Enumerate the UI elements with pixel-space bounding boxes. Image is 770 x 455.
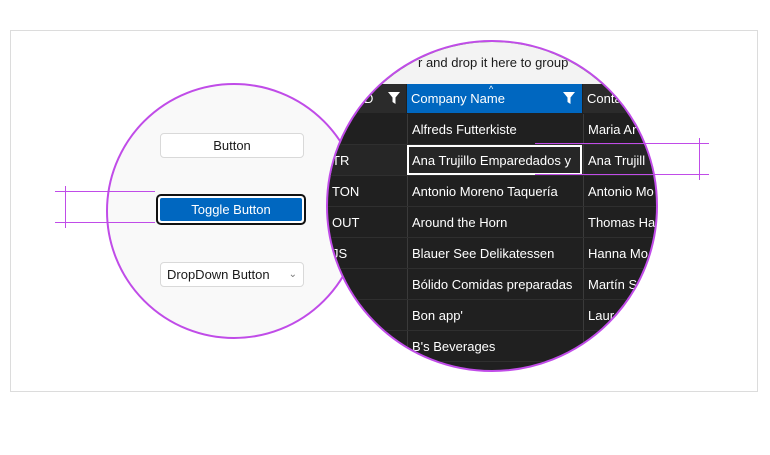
cell-contact[interactable]: Maria Ar bbox=[583, 114, 656, 144]
cell-company[interactable]: B's Beverages bbox=[407, 331, 582, 361]
chevron-down-icon: ⌄ bbox=[288, 269, 297, 280]
cell-contact[interactable]: Hanna Mo bbox=[583, 238, 656, 268]
guide-line-top-left bbox=[55, 191, 155, 192]
cell-contact[interactable]: Ana Trujill bbox=[583, 145, 656, 175]
column-header-id-label: D bbox=[364, 91, 374, 106]
plain-button[interactable]: Button bbox=[160, 133, 304, 158]
cell-company[interactable]: Around the Horn bbox=[407, 207, 582, 237]
dropdown-button[interactable]: DropDown Button ⌄ bbox=[160, 262, 304, 287]
guide-line-bottom-left bbox=[55, 222, 155, 223]
guide-line-bottom-right bbox=[535, 174, 709, 175]
cell-company[interactable]: Bólido Comidas preparadas bbox=[407, 269, 582, 299]
cell-company-selected[interactable]: Ana Trujillo Emparedados y bbox=[407, 145, 582, 175]
column-header-contact-label: Conta bbox=[587, 91, 622, 106]
grid-magnifier: r and drop it here to group D Company Na… bbox=[326, 40, 658, 372]
cell-id[interactable]: TON bbox=[328, 176, 406, 206]
guide-tick-right bbox=[699, 138, 700, 180]
cell-contact[interactable]: Thomas Ha bbox=[583, 207, 656, 237]
filter-icon[interactable] bbox=[563, 92, 575, 104]
column-header-company-name[interactable]: Company Name bbox=[407, 84, 582, 113]
table-row[interactable]: TON Antonio Moreno Taquería Antonio Mo bbox=[328, 176, 656, 207]
controls-magnifier: Button Toggle Button DropDown Button ⌄ bbox=[106, 83, 362, 339]
table-row[interactable]: Bon app' Laure bbox=[328, 300, 656, 331]
cell-company[interactable]: Antonio Moreno Taquería bbox=[407, 176, 582, 206]
cell-contact[interactable]: Laure bbox=[583, 300, 656, 330]
cell-id[interactable] bbox=[328, 300, 406, 330]
table-row[interactable]: B's Beverages bbox=[328, 331, 656, 362]
cell-contact[interactable]: Martín S bbox=[583, 269, 656, 299]
toggle-button-label: Toggle Button bbox=[191, 202, 271, 217]
cell-id[interactable]: OUT bbox=[328, 207, 406, 237]
toggle-button[interactable]: Toggle Button bbox=[156, 194, 306, 225]
table-row[interactable]: OUT Around the Horn Thomas Ha bbox=[328, 207, 656, 238]
cell-id[interactable] bbox=[328, 331, 406, 361]
cell-id[interactable]: JS bbox=[328, 238, 406, 268]
data-grid: r and drop it here to group D Company Na… bbox=[328, 42, 656, 370]
column-header-id[interactable]: D bbox=[328, 84, 406, 113]
guide-line-top-right bbox=[535, 143, 709, 144]
cell-company[interactable]: Alfreds Futterkiste bbox=[407, 114, 582, 144]
table-row[interactable]: Alfreds Futterkiste Maria Ar bbox=[328, 114, 656, 145]
sort-ascending-icon: ^ bbox=[489, 84, 494, 94]
table-row[interactable]: TR Ana Trujillo Emparedados y Ana Trujil… bbox=[328, 145, 656, 176]
cell-contact[interactable]: Antonio Mo bbox=[583, 176, 656, 206]
dropdown-button-label: DropDown Button bbox=[167, 267, 270, 282]
table-row[interactable]: Bólido Comidas preparadas Martín S bbox=[328, 269, 656, 300]
cell-company[interactable]: Bon app' bbox=[407, 300, 582, 330]
table-row[interactable]: JS Blauer See Delikatessen Hanna Mo bbox=[328, 238, 656, 269]
cell-id[interactable]: TR bbox=[328, 145, 406, 175]
cell-contact[interactable] bbox=[583, 331, 656, 361]
cell-id[interactable] bbox=[328, 114, 406, 144]
cell-id[interactable] bbox=[328, 269, 406, 299]
column-header-contact[interactable]: Conta bbox=[583, 84, 656, 113]
plain-button-label: Button bbox=[213, 138, 251, 153]
group-panel-hint: r and drop it here to group bbox=[418, 55, 569, 70]
guide-tick-left bbox=[65, 186, 66, 228]
cell-company[interactable]: Blauer See Delikatessen bbox=[407, 238, 582, 268]
filter-icon[interactable] bbox=[388, 92, 400, 104]
toggle-button-face: Toggle Button bbox=[160, 198, 302, 221]
